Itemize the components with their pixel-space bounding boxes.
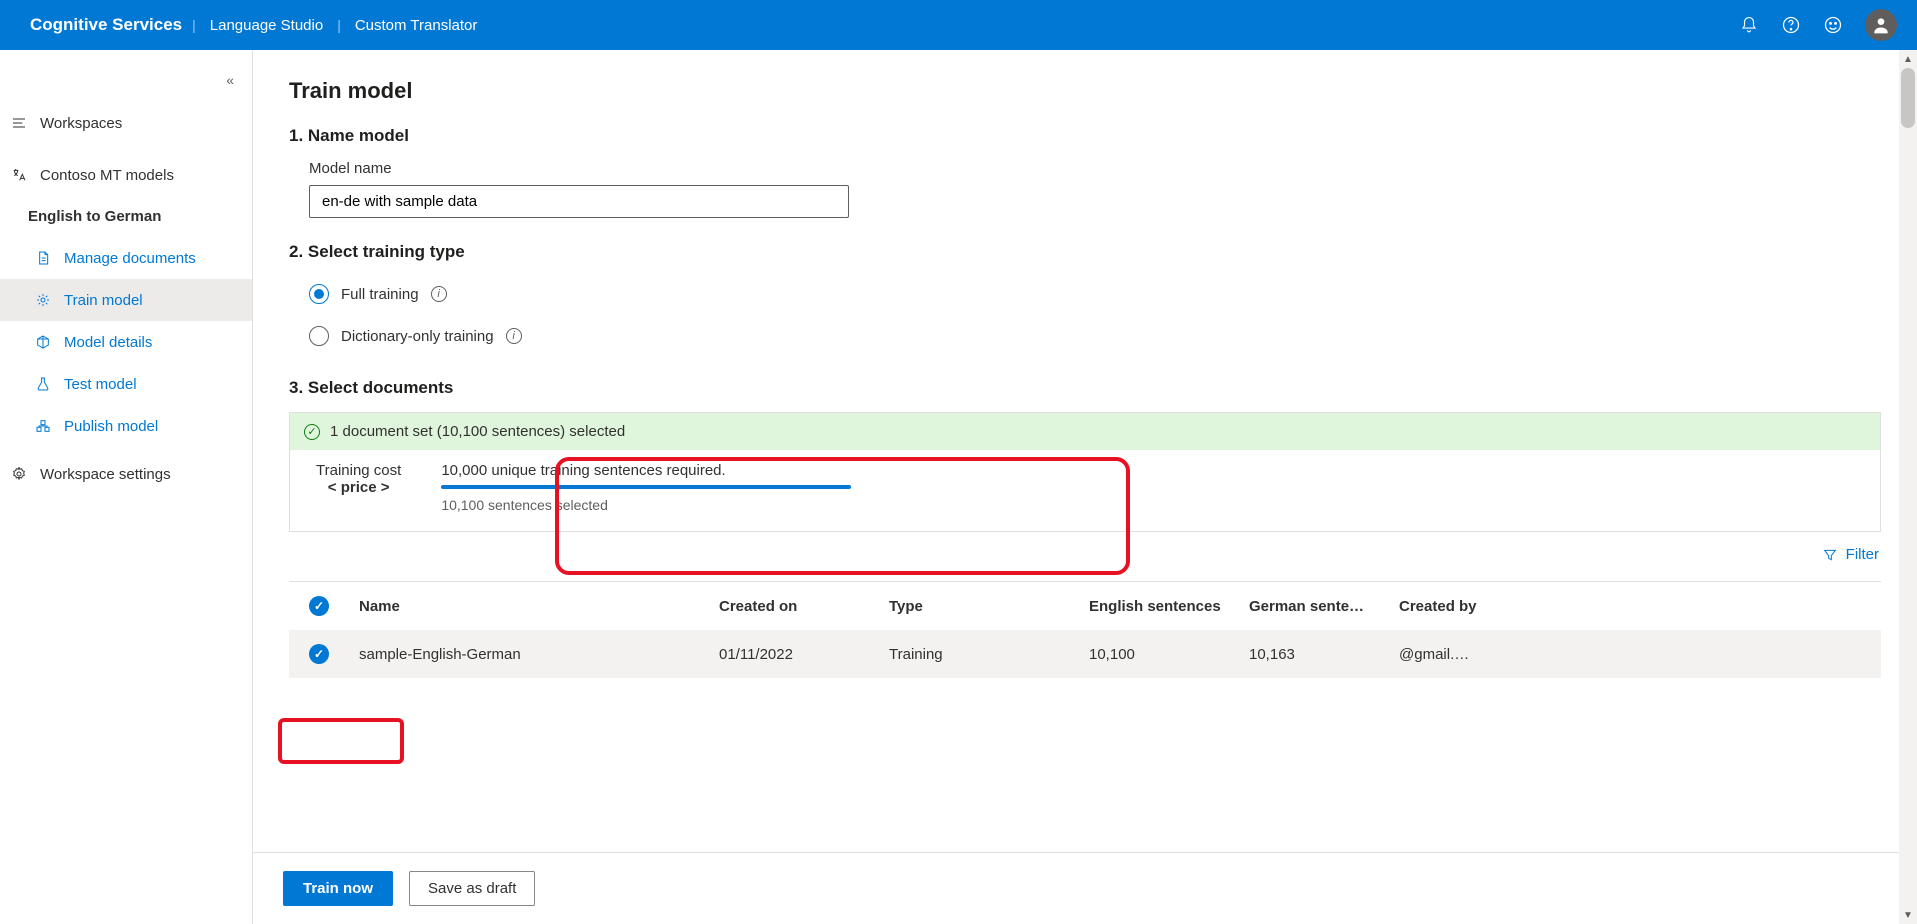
cell-de: 10,163 [1249, 646, 1399, 663]
cost-label: Training cost [316, 462, 401, 479]
step-heading: 1. Name model [289, 126, 1881, 146]
radio-label: Full training [341, 286, 419, 303]
test-icon [34, 375, 52, 393]
nav-label: English to German [28, 208, 238, 225]
selection-banner: 1 document set (10,100 sentences) select… [290, 413, 1880, 450]
nav-label: Train model [64, 292, 238, 309]
details-icon [34, 333, 52, 351]
footer-bar: Train now Save as draft [253, 852, 1899, 924]
step-3: 3. Select documents 1 document set (10,1… [289, 378, 1881, 678]
workspaces-icon [10, 114, 28, 132]
nav-workspaces[interactable]: Workspaces [0, 102, 252, 144]
breadcrumb: Cognitive Services | Language Studio | C… [20, 15, 491, 35]
train-now-button[interactable]: Train now [283, 871, 393, 906]
col-de[interactable]: German sente… [1249, 598, 1399, 615]
step-heading: 2. Select training type [289, 242, 1881, 262]
nav-model-details[interactable]: Model details [0, 321, 252, 363]
step-heading: 3. Select documents [289, 378, 1881, 398]
nav-project-group[interactable]: Contoso MT models [0, 154, 252, 196]
notifications-icon[interactable] [1739, 15, 1759, 35]
sidebar: « Workspaces Contoso MT models English t… [0, 50, 253, 924]
translate-icon [10, 166, 28, 184]
help-icon[interactable] [1781, 15, 1801, 35]
nav-label: Publish model [64, 418, 238, 435]
step-2: 2. Select training type Full training i … [289, 242, 1881, 354]
success-icon [304, 424, 320, 440]
save-draft-button[interactable]: Save as draft [409, 871, 535, 906]
nav-train-model[interactable]: Train model [0, 279, 252, 321]
cell-type: Training [889, 646, 1089, 663]
nav-label: Contoso MT models [40, 167, 238, 184]
col-type[interactable]: Type [889, 598, 1089, 615]
training-cost: Training cost < price > [316, 462, 401, 496]
info-icon[interactable]: i [431, 286, 447, 302]
crumb-custom-translator[interactable]: Custom Translator [341, 17, 492, 34]
col-en[interactable]: English sentences [1089, 598, 1249, 615]
cell-name: sample-English-German [359, 646, 719, 663]
document-summary-box: 1 document set (10,100 sentences) select… [289, 412, 1881, 532]
documents-table: Name Created on Type English sentences G… [289, 581, 1881, 678]
model-name-input[interactable] [309, 185, 849, 218]
filter-label: Filter [1846, 546, 1879, 563]
nav-publish-model[interactable]: Publish model [0, 405, 252, 447]
scroll-up-icon[interactable]: ▲ [1899, 50, 1917, 68]
banner-text: 1 document set (10,100 sentences) select… [330, 423, 625, 440]
nav-label: Test model [64, 376, 238, 393]
cell-created: 01/11/2022 [719, 646, 889, 663]
radio-icon[interactable] [309, 284, 329, 304]
documents-icon [34, 249, 52, 267]
table-row[interactable]: sample-English-German 01/11/2022 Trainin… [289, 630, 1881, 678]
cell-en: 10,100 [1089, 646, 1249, 663]
radio-full-training[interactable]: Full training i [289, 276, 1881, 312]
train-icon [34, 291, 52, 309]
field-label: Model name [289, 160, 1881, 177]
nav-label: Model details [64, 334, 238, 351]
nav-project[interactable]: English to German [0, 196, 252, 237]
nav-test-model[interactable]: Test model [0, 363, 252, 405]
scroll-down-icon[interactable]: ▼ [1899, 906, 1917, 924]
nav-label: Workspaces [40, 115, 238, 132]
required-text: 10,000 unique training sentences require… [441, 462, 851, 479]
app-header: Cognitive Services | Language Studio | C… [0, 0, 1917, 50]
brand-label[interactable]: Cognitive Services [20, 15, 192, 35]
crumb-language-studio[interactable]: Language Studio [196, 17, 337, 34]
nav-workspace-settings[interactable]: Workspace settings [0, 453, 252, 495]
cost-value: < price > [316, 479, 401, 496]
header-actions [1739, 9, 1897, 41]
user-avatar[interactable] [1865, 9, 1897, 41]
col-name[interactable]: Name [359, 598, 719, 615]
cell-by: @gmail.… [1399, 646, 1519, 663]
info-icon[interactable]: i [506, 328, 522, 344]
feedback-icon[interactable] [1823, 15, 1843, 35]
table-header: Name Created on Type English sentences G… [289, 582, 1881, 630]
select-all-checkbox[interactable] [309, 596, 329, 616]
collapse-sidebar-icon[interactable]: « [226, 72, 234, 88]
radio-label: Dictionary-only training [341, 328, 494, 345]
col-created[interactable]: Created on [719, 598, 889, 615]
page-title: Train model [289, 78, 1881, 104]
col-by[interactable]: Created by [1399, 598, 1519, 615]
scroll-thumb[interactable] [1901, 68, 1915, 128]
step-1: 1. Name model Model name [289, 126, 1881, 218]
nav-label: Manage documents [64, 250, 238, 267]
progress-bar [441, 485, 851, 489]
filter-button[interactable]: Filter [1822, 546, 1879, 563]
progress-column: 10,000 unique training sentences require… [441, 462, 851, 513]
radio-icon[interactable] [309, 326, 329, 346]
nav-label: Workspace settings [40, 466, 238, 483]
publish-icon [34, 417, 52, 435]
main-content: Train model 1. Name model Model name 2. … [253, 50, 1917, 924]
nav-manage-documents[interactable]: Manage documents [0, 237, 252, 279]
radio-dictionary-only[interactable]: Dictionary-only training i [289, 318, 1881, 354]
selected-text: 10,100 sentences selected [441, 497, 851, 513]
scrollbar[interactable]: ▲ ▼ [1899, 50, 1917, 924]
row-checkbox[interactable] [309, 644, 329, 664]
gear-icon [10, 465, 28, 483]
filter-icon [1822, 547, 1838, 563]
